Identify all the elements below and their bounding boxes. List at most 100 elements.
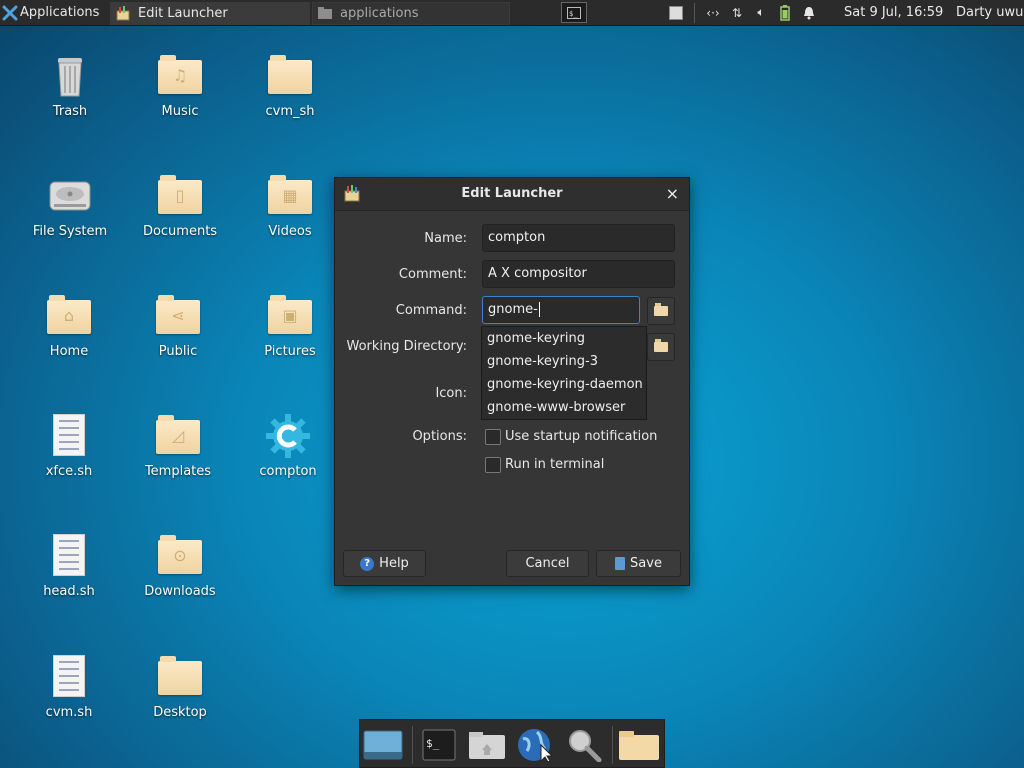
desktop-icon-music[interactable]: ♫ Music [130,52,230,119]
dock-separator [412,726,413,764]
options-label: Options: [412,429,467,444]
task-edit-launcher[interactable]: Edit Launcher [110,1,310,25]
battery-icon[interactable] [773,0,797,25]
applications-menu-button[interactable]: Applications [0,0,108,25]
desktop-icon-videos[interactable]: ▦ Videos [240,172,340,239]
desktop-icon-label: head.sh [43,584,95,599]
templates-folder-icon: ◿ [154,412,202,460]
comment-field[interactable]: A X compositor [482,260,675,288]
task-applications-folder[interactable]: applications [312,1,510,25]
svg-text:$_: $_ [569,10,578,18]
desktop-icon-downloads[interactable]: ⊙ Downloads [130,532,230,599]
home-folder-icon: ⌂ [45,292,93,340]
command-value: gnome- [488,302,538,317]
terminal-icon[interactable]: $_ [418,727,460,763]
desktop-icon-cvm-sh-folder[interactable]: cvm_sh [240,52,340,119]
desktop-icon-label: compton [259,464,317,479]
name-field[interactable]: compton [482,224,675,252]
command-field[interactable]: gnome- [482,296,640,324]
folder-icon [266,52,314,100]
desktop-icon-desktop[interactable]: Desktop [130,653,230,720]
edit-launcher-dialog: Edit Launcher × Name: compton Comment: A… [334,177,690,586]
working-directory-label: Working Directory: [346,339,467,354]
comment-label: Comment: [398,267,467,282]
desktop-icon-public[interactable]: ⋖ Public [128,292,228,359]
desktop-icon-trash[interactable]: Trash [20,52,120,119]
desktop-icon-label: File System [32,224,108,239]
svg-text:$_: $_ [426,737,440,750]
top-panel: Applications Edit Launcher applications … [0,0,1024,26]
home-folder-icon[interactable] [466,727,508,763]
music-folder-icon: ♫ [156,52,204,100]
share-folder-icon: ⋖ [154,292,202,340]
desktop-icon-label: Downloads [144,584,216,599]
updown-transfer-icon[interactable]: ⇅ [725,0,749,25]
command-browse-button[interactable] [647,297,675,325]
cancel-button[interactable]: Cancel [506,550,589,577]
help-button-label: Help [379,556,409,571]
trash-icon [46,52,94,100]
text-cursor [538,302,540,317]
xfce-logo-icon [2,5,18,21]
folder-task-icon [317,5,333,21]
desktop-icon-label: Pictures [264,344,316,359]
system-tray: ‹·› ⇅ 🔈︎ [664,0,821,25]
startup-notification-checkbox[interactable] [485,429,501,445]
desktop-icon-label: cvm.sh [45,705,93,720]
videos-folder-icon: ▦ [266,172,314,220]
suggestion-item[interactable]: gnome-keyring [482,327,646,350]
clock[interactable]: Sat 9 Jul, 16:59 [844,5,943,20]
icon-label: Icon: [435,386,467,401]
command-suggestions-dropdown: gnome-keyring gnome-keyring-3 gnome-keyr… [481,326,647,420]
save-icon [615,557,626,570]
script-file-icon [45,532,93,580]
desktop-icon-cvm-sh[interactable]: cvm.sh [19,653,119,720]
suggestion-item[interactable]: gnome-keyring-daemon [482,373,646,396]
folder-icon [654,339,668,352]
compton-gear-icon [264,412,312,460]
script-file-icon [45,653,93,701]
startup-notification-label[interactable]: Use startup notification [505,429,657,444]
desktop-icon-label: cvm_sh [265,104,315,119]
help-button[interactable]: ? Help [343,550,426,577]
command-label: Command: [395,303,467,318]
show-desktop-icon[interactable] [362,727,404,763]
file-manager-folder-icon[interactable] [618,727,660,763]
desktop-icon-label: Templates [144,464,212,479]
desktop-icon-label: xfce.sh [45,464,93,479]
user-menu[interactable]: Darty uwu [956,5,1024,20]
desktop-icon-templates[interactable]: ◿ Templates [128,412,228,479]
workdir-browse-button[interactable] [647,333,675,361]
folder-icon [654,303,668,316]
tray-separator [694,2,695,23]
dialog-titlebar[interactable]: Edit Launcher × [335,178,689,211]
dialog-title: Edit Launcher [461,186,563,201]
desktop-icon-home[interactable]: ⌂ Home [19,292,119,359]
desktop-icon-label: Trash [52,104,88,119]
save-button[interactable]: Save [596,550,681,577]
terminal-launcher-icon[interactable]: $_ [561,2,587,23]
run-in-terminal-label[interactable]: Run in terminal [505,457,604,472]
bottom-dock: $_ [359,719,665,768]
documents-folder-icon: ▯ [156,172,204,220]
suggestion-item[interactable]: gnome-keyring-3 [482,350,646,373]
suggestion-item[interactable]: gnome-www-browser [482,396,646,419]
downloads-folder-icon: ⊙ [156,532,204,580]
desktop-icon-compton[interactable]: compton [238,412,338,479]
notification-bell-icon[interactable] [797,0,821,25]
applications-label: Applications [20,5,100,20]
desktop-icon-file-system[interactable]: File System [20,172,120,239]
network-arrows-icon[interactable]: ‹·› [701,0,725,25]
desktop-icon-documents[interactable]: ▯ Documents [130,172,230,239]
cancel-button-label: Cancel [525,556,570,571]
workspace-icon[interactable] [664,0,688,25]
desktop-icon-pictures[interactable]: ▣ Pictures [240,292,340,359]
desktop-icon-xfce-sh[interactable]: xfce.sh [19,412,119,479]
search-magnifier-icon[interactable] [564,727,606,763]
volume-icon[interactable]: 🔈︎ [749,0,773,25]
web-browser-globe-icon[interactable] [514,727,556,763]
close-icon[interactable]: × [666,184,679,203]
save-button-label: Save [630,556,662,571]
desktop-icon-head-sh[interactable]: head.sh [19,532,119,599]
run-in-terminal-checkbox[interactable] [485,457,501,473]
